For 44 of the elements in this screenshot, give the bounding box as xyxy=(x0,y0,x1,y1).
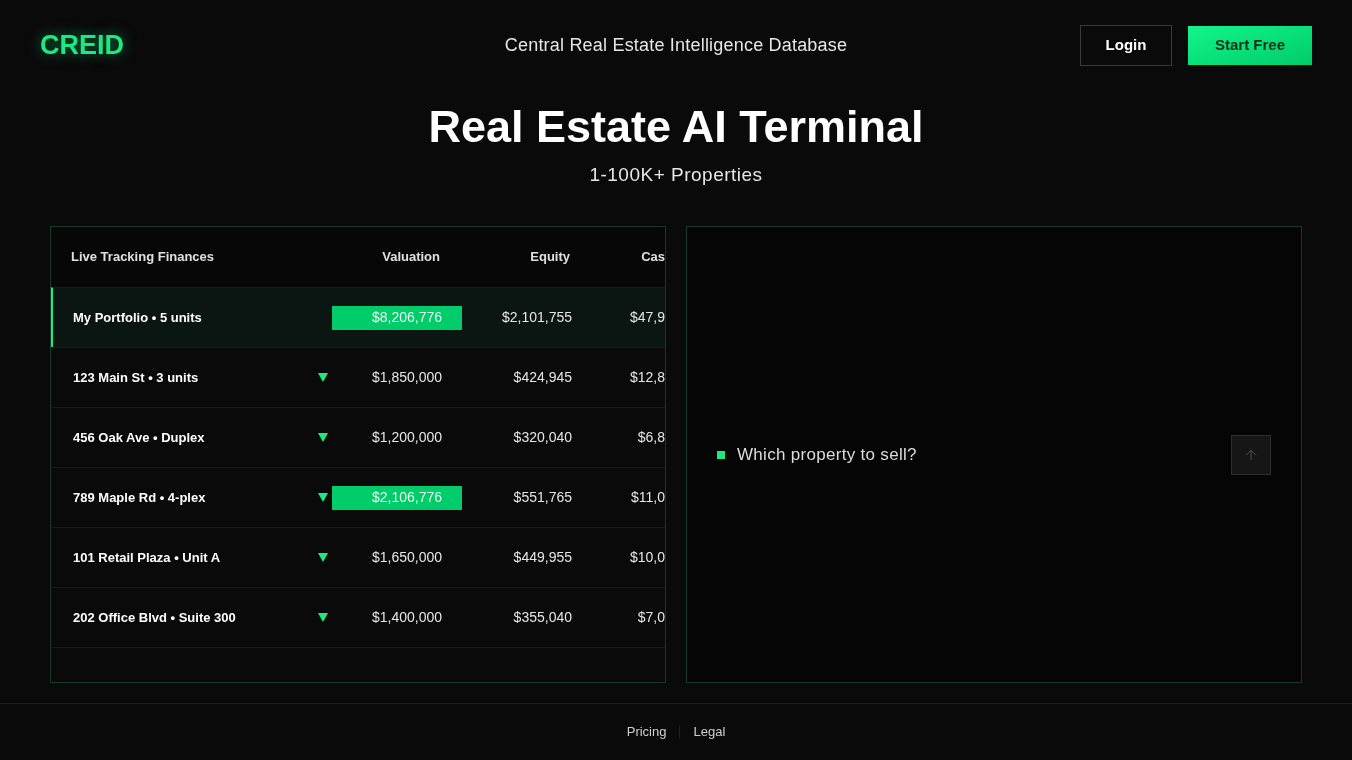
login-button[interactable]: Login xyxy=(1080,24,1172,66)
caret-icon[interactable] xyxy=(317,553,328,562)
valuation-cell-text: $1,200,000 xyxy=(370,428,443,447)
property-name: My Portfolio • 5 units xyxy=(72,308,202,327)
property-name: 789 Maple Rd • 4-plex xyxy=(72,488,206,507)
table-row[interactable]: My Portfolio • 5 units $8,206,776 $2,101,755 $47,9 xyxy=(51,287,665,347)
valuation-cell-text: $1,650,000 xyxy=(370,548,443,567)
logo[interactable]: CREID xyxy=(40,24,124,66)
table-cell-text: $6,8 xyxy=(637,428,665,447)
valuation-cell: $8,206,776 xyxy=(332,305,462,330)
equity-cell-text: $424,945 xyxy=(513,368,573,387)
site-title: Central Real Estate Intelligence Database xyxy=(504,33,848,57)
column-header: Equity xyxy=(530,248,571,267)
caret-icon[interactable] xyxy=(317,373,328,382)
table-cell-text: $47,9 xyxy=(629,308,665,327)
property-name: 123 Main St • 3 units xyxy=(72,368,199,387)
equity-cell-text: $2,101,755 xyxy=(501,308,573,327)
table-cell-text: $12,8 xyxy=(629,368,665,387)
caret-icon[interactable] xyxy=(317,613,328,622)
table-cell-text: $7,0 xyxy=(637,608,665,627)
column-header: Valuation xyxy=(382,248,441,267)
equity-cell-text: $449,955 xyxy=(513,548,573,567)
valuation-cell: $2,106,776 xyxy=(332,485,462,510)
property-name: 456 Oak Ave • Duplex xyxy=(72,428,205,447)
table-cell-text: $11,0 xyxy=(631,488,665,507)
column-header: Cas xyxy=(641,248,665,267)
hero-title: Real Estate AI Terminal xyxy=(428,102,924,152)
footer-link[interactable]: Pricing xyxy=(626,722,667,742)
caret-icon[interactable] xyxy=(317,493,328,502)
column-header: Live Tracking Finances xyxy=(70,248,215,267)
property-name: 101 Retail Plaza • Unit A xyxy=(72,548,221,567)
caret-icon[interactable] xyxy=(317,433,328,442)
hero-subtitle: 1-100K+ Properties xyxy=(589,163,763,187)
footer-link[interactable]: Legal xyxy=(693,722,726,742)
start-free-button[interactable]: Start Free xyxy=(1188,25,1312,65)
valuation-cell-text: $1,850,000 xyxy=(370,368,443,387)
prompt-square-icon xyxy=(717,450,725,459)
query-input[interactable]: Which property to sell? xyxy=(737,441,1219,468)
property-name: 202 Office Blvd • Suite 300 xyxy=(72,608,236,627)
equity-cell-text: $320,040 xyxy=(513,428,573,447)
valuation-cell-text: $1,400,000 xyxy=(370,608,443,627)
equity-cell-text: $551,765 xyxy=(513,488,573,507)
table-cell-text: $10,0 xyxy=(629,548,665,567)
equity-cell-text: $355,040 xyxy=(513,608,573,627)
